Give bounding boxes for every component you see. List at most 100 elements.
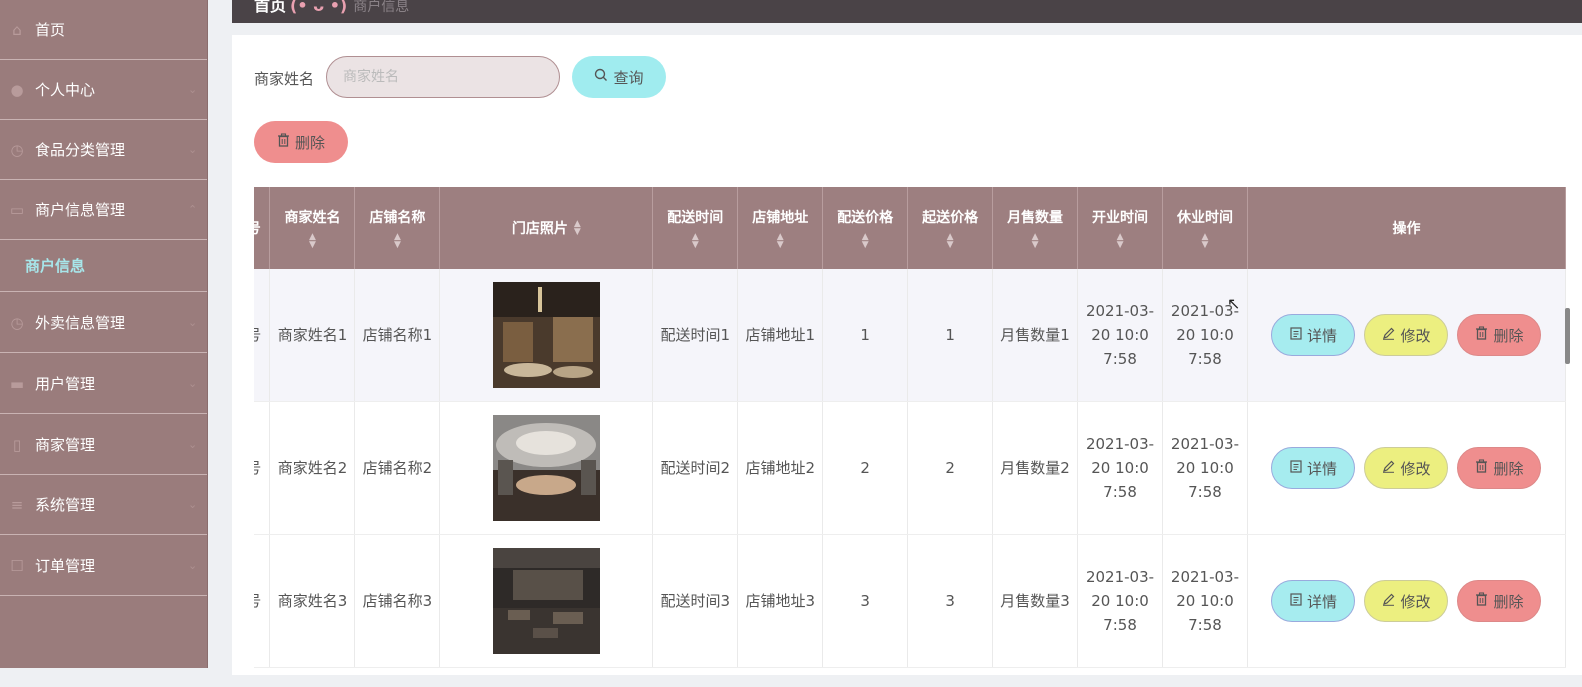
table-row[interactable]: 号商家姓名2店铺名称2配送时间2店铺地址222月售数量22021-03-20 1… bbox=[254, 401, 1567, 535]
sort-icon[interactable]: ▲ ▼ bbox=[777, 233, 784, 250]
sidebar-item-merchants[interactable]: ▯ 商家管理 ⌄ bbox=[0, 415, 207, 475]
document-icon bbox=[1290, 459, 1302, 477]
sort-icon[interactable]: ▲ ▼ bbox=[1032, 233, 1039, 250]
table-header-row: 号 商家姓名 ▲▼ 店铺名称 ▲▼ 门店照片 ▲▼ 配送时间 ▲▼ 店铺地址 ▲▼ 配送价… bbox=[254, 187, 1567, 269]
col-header-close[interactable]: 休业时间 ▲ ▼ bbox=[1162, 187, 1248, 269]
chevron-down-icon: ⌄ bbox=[188, 143, 198, 156]
cell-min-price: 1 bbox=[907, 269, 994, 402]
col-header-delivery-price[interactable]: 配送价格 ▲ ▼ bbox=[822, 187, 909, 269]
vertical-scrollbar[interactable] bbox=[1565, 308, 1570, 364]
table-row[interactable]: 号商家姓名1店铺名称1配送时间1店铺地址111月售数量12021-03-20 1… bbox=[254, 269, 1567, 402]
sidebar-item-label: 个人中心 bbox=[35, 81, 96, 99]
delete-button[interactable]: 删除 bbox=[1457, 314, 1542, 356]
cell-monthly: 月售数量1 bbox=[992, 269, 1079, 402]
detail-button-label: 详情 bbox=[1306, 592, 1337, 611]
breadcrumb-home[interactable]: 首页 bbox=[254, 0, 286, 15]
col-header-label: 操作 bbox=[1392, 221, 1421, 237]
col-header-index[interactable]: 号 bbox=[254, 187, 271, 269]
delete-button-label: 删除 bbox=[1493, 459, 1524, 478]
edit-button[interactable]: 修改 bbox=[1364, 314, 1449, 356]
cell-merchant: 商家姓名2 bbox=[269, 401, 356, 535]
sidebar-subitem-merchant-info[interactable]: 商户信息 bbox=[0, 240, 207, 292]
cell-index: 号 bbox=[254, 269, 271, 402]
col-header-min-price[interactable]: 起送价格 ▲ ▼ bbox=[907, 187, 994, 269]
cell-open-time: 2021-03-20 10:07:58 bbox=[1077, 269, 1163, 402]
edit-pen-icon bbox=[1382, 459, 1395, 477]
col-header-label: 起送价格 bbox=[922, 210, 979, 226]
cell-min-price: 2 bbox=[907, 401, 994, 535]
delete-button[interactable]: 删除 bbox=[1457, 580, 1542, 622]
store-photo[interactable] bbox=[446, 548, 646, 654]
sidebar-item-system[interactable]: ≡ 系统管理 ⌄ bbox=[0, 475, 207, 535]
doc-icon: ☐ bbox=[10, 556, 24, 575]
cell-actions: 详情 修改 删除 bbox=[1247, 401, 1567, 535]
col-header-label: 商家姓名 bbox=[284, 210, 341, 226]
sidebar-item-orders[interactable]: ☐ 订单管理 ⌄ bbox=[0, 536, 207, 596]
sort-icon[interactable]: ▲ ▼ bbox=[947, 233, 954, 250]
col-header-open[interactable]: 开业时间 ▲ ▼ bbox=[1077, 187, 1163, 269]
col-header-address[interactable]: 店铺地址 ▲ ▼ bbox=[737, 187, 824, 269]
sort-icon[interactable]: ▲ ▼ bbox=[309, 233, 316, 250]
table-row[interactable]: 号商家姓名3店铺名称3配送时间3店铺地址333月售数量32021-03-20 1… bbox=[254, 534, 1567, 668]
cell-monthly: 月售数量3 bbox=[992, 534, 1079, 668]
col-header-shop[interactable]: 店铺名称 ▲ ▼ bbox=[354, 187, 441, 269]
detail-button[interactable]: 详情 bbox=[1271, 447, 1356, 489]
mouse-cursor-icon: ↖ bbox=[1227, 294, 1241, 313]
delete-button-label: 删除 bbox=[1493, 326, 1524, 345]
edit-button[interactable]: 修改 bbox=[1364, 447, 1449, 489]
query-button[interactable]: 查询 bbox=[572, 56, 666, 98]
sort-icon[interactable]: ▲ ▼ bbox=[692, 233, 699, 250]
edit-pen-icon bbox=[1382, 326, 1395, 344]
search-label: 商家姓名 bbox=[254, 70, 315, 88]
batch-delete-label: 删除 bbox=[294, 133, 325, 152]
mic-icon: ▯ bbox=[12, 435, 22, 454]
list-icon: ≡ bbox=[10, 495, 24, 514]
card-icon: ▭ bbox=[9, 200, 25, 219]
search-icon bbox=[594, 68, 608, 86]
batch-delete-button[interactable]: 删除 bbox=[254, 121, 348, 163]
sidebar-item-label: 系统管理 bbox=[35, 496, 96, 514]
sort-icon[interactable]: ▲ ▼ bbox=[1202, 233, 1209, 250]
sort-icon[interactable]: ▲ ▼ bbox=[394, 233, 401, 250]
delete-button[interactable]: 删除 bbox=[1457, 447, 1542, 489]
sidebar-item-profile[interactable]: ● 个人中心 ⌄ bbox=[0, 60, 207, 120]
col-header-photo[interactable]: 门店照片 ▲ ▼ bbox=[439, 187, 654, 269]
top-header: 首页 (• ᴗ •) 商户信息 bbox=[232, 0, 1582, 23]
detail-button[interactable]: 详情 bbox=[1271, 580, 1356, 622]
col-header-label: 休业时间 bbox=[1176, 210, 1233, 226]
col-header-merchant[interactable]: 商家姓名 ▲ ▼ bbox=[269, 187, 356, 269]
cell-open-time: 2021-03-20 10:07:58 bbox=[1077, 401, 1163, 535]
col-header-actions: 操作 bbox=[1247, 187, 1567, 269]
sidebar-item-food-category[interactable]: ◷ 食品分类管理 ⌄ bbox=[0, 120, 207, 180]
sort-icon[interactable]: ▲ ▼ bbox=[862, 233, 869, 250]
detail-button[interactable]: 详情 bbox=[1271, 314, 1356, 356]
col-header-delivery-time[interactable]: 配送时间 ▲ ▼ bbox=[652, 187, 739, 269]
col-header-label: 配送价格 bbox=[837, 210, 894, 226]
cell-address: 店铺地址2 bbox=[737, 401, 824, 535]
cell-merchant: 商家姓名3 bbox=[269, 534, 356, 668]
chevron-down-icon: ⌄ bbox=[188, 559, 198, 572]
edit-button[interactable]: 修改 bbox=[1364, 580, 1449, 622]
delete-button-label: 删除 bbox=[1493, 592, 1524, 611]
cell-shop: 店铺名称3 bbox=[354, 534, 441, 668]
store-photo[interactable] bbox=[446, 282, 646, 388]
sidebar-item-takeout[interactable]: ◷ 外卖信息管理 ⌄ bbox=[0, 293, 207, 353]
col-header-label: 店铺地址 bbox=[752, 210, 809, 226]
col-header-label: 店铺名称 bbox=[369, 210, 426, 226]
sidebar-item-users[interactable]: ▬ 用户管理 ⌄ bbox=[0, 354, 207, 414]
sidebar-item-merchant-info[interactable]: ▭ 商户信息管理 ⌃ bbox=[0, 180, 207, 240]
cell-actions: 详情 修改 删除 bbox=[1247, 534, 1567, 668]
col-header-label: 配送时间 bbox=[667, 210, 724, 226]
sort-icon[interactable]: ▲ ▼ bbox=[1117, 233, 1124, 250]
cell-shop: 店铺名称2 bbox=[354, 401, 441, 535]
sidebar-item-home[interactable]: ⌂ 首页 bbox=[0, 0, 207, 60]
sort-icon[interactable]: ▲ ▼ bbox=[574, 220, 581, 237]
cell-photo bbox=[439, 534, 654, 668]
cell-address: 店铺地址3 bbox=[737, 534, 824, 668]
sidebar-subitem-label: 商户信息 bbox=[25, 257, 86, 275]
cell-photo bbox=[439, 401, 654, 535]
col-header-label: 开业时间 bbox=[1092, 210, 1149, 226]
store-photo[interactable] bbox=[446, 415, 646, 521]
search-input[interactable] bbox=[326, 56, 560, 98]
col-header-monthly[interactable]: 月售数量 ▲ ▼ bbox=[992, 187, 1079, 269]
